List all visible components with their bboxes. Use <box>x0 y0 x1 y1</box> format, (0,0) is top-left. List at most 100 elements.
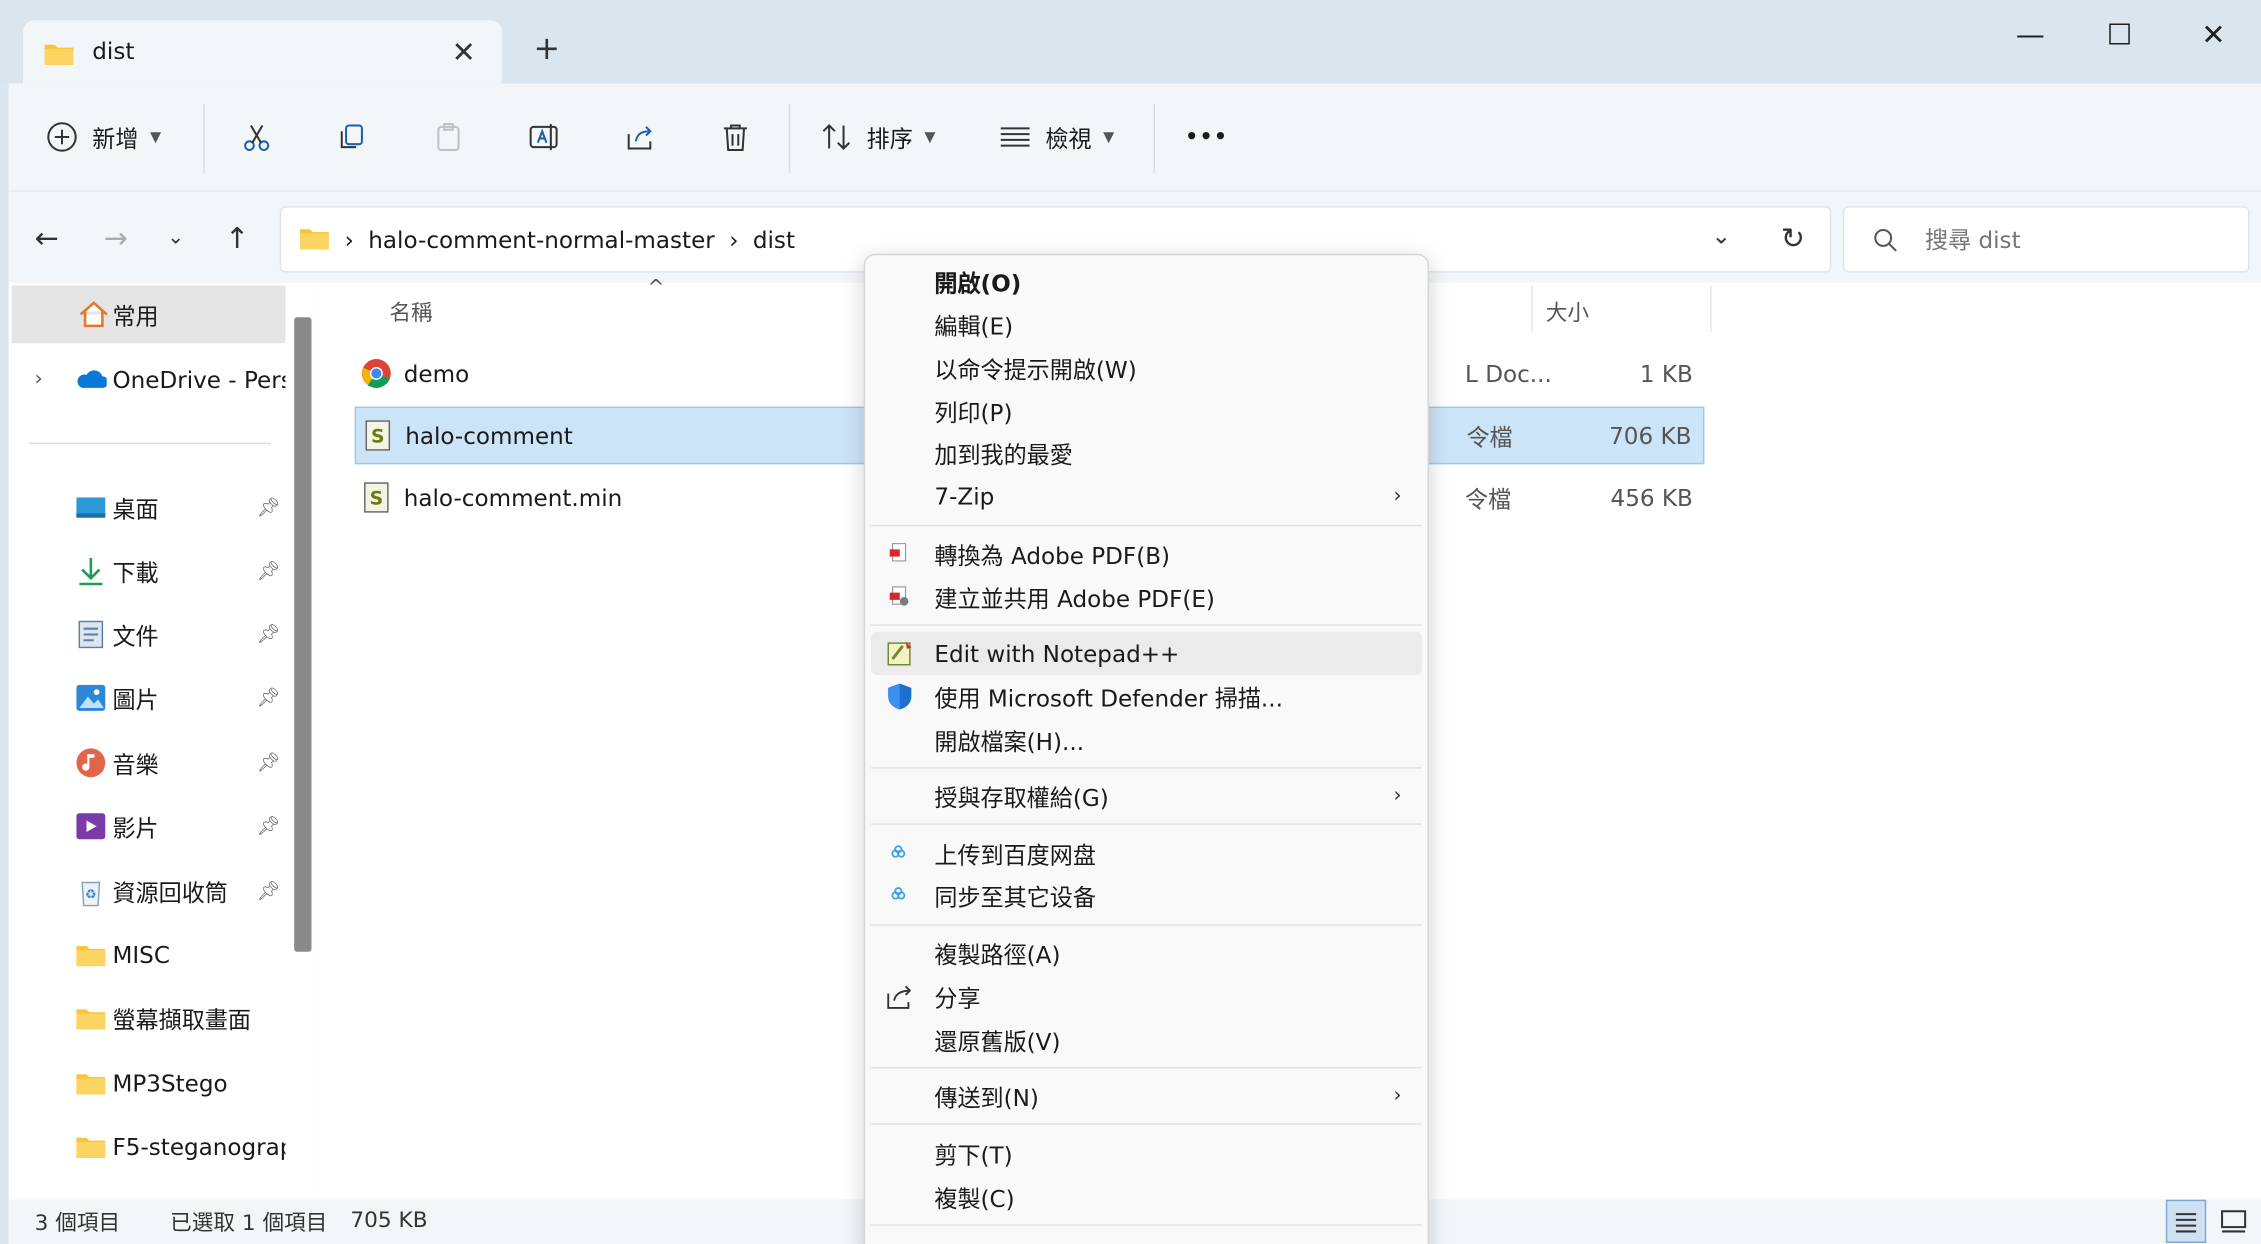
menu-item-upload-baidu[interactable]: 上传到百度网盘 <box>871 832 1422 875</box>
menu-item-share[interactable]: 分享 <box>871 975 1422 1018</box>
search-input[interactable] <box>1925 222 2228 257</box>
sidebar-item-f5-steganography[interactable]: F5-steganograp <box>9 1118 286 1176</box>
menu-separator <box>870 924 1422 926</box>
menu-item-copy[interactable]: 複製(C) <box>871 1175 1422 1218</box>
column-header-name[interactable]: 名稱 <box>389 297 432 327</box>
sort-button[interactable]: 排序 ▼ <box>820 118 935 155</box>
menu-item-create-share-adobe-pdf[interactable]: 建立並共用 Adobe PDF(E) <box>871 575 1422 618</box>
tab-dist[interactable]: dist ✕ <box>23 20 502 84</box>
sidebar-item-pictures[interactable]: 圖片 📌︎ <box>9 669 286 727</box>
video-icon <box>76 813 106 840</box>
new-tab-button[interactable]: + <box>534 32 561 68</box>
paste-button[interactable] <box>433 118 465 155</box>
pin-icon[interactable]: 📌︎ <box>257 497 281 519</box>
view-button[interactable]: 檢視 ▼ <box>999 118 1114 155</box>
sidebar-item-downloads[interactable]: 下載 📌︎ <box>9 542 286 600</box>
menu-item-label: 轉換為 Adobe PDF(B) <box>934 542 1171 570</box>
refresh-icon[interactable]: ↻ <box>1781 221 1805 256</box>
menu-item-open-file[interactable]: 開啟檔案(H)... <box>871 718 1422 761</box>
menu-item-sync-devices[interactable]: 同步至其它设备 <box>871 874 1422 917</box>
menu-item-edit[interactable]: 編輯(E) <box>871 303 1422 346</box>
pin-icon[interactable]: 📌︎ <box>257 624 281 646</box>
copy-button[interactable] <box>336 118 368 155</box>
menu-item-edit-with-notepad-plus-plus[interactable]: Edit with Notepad++ <box>870 631 1422 675</box>
close-window-button[interactable]: ✕ <box>2196 17 2231 52</box>
maximize-button[interactable]: ☐ <box>2102 17 2137 52</box>
folder-icon <box>76 1074 106 1095</box>
pin-icon[interactable]: 📌︎ <box>257 560 281 582</box>
svg-text:♻: ♻ <box>85 887 97 902</box>
menu-item-defender-scan[interactable]: 使用 Microsoft Defender 掃描... <box>871 675 1422 718</box>
submenu-arrow-icon: › <box>1393 1084 1402 1108</box>
sidebar-item-videos[interactable]: 影片 📌︎ <box>9 797 286 855</box>
menu-item-7zip[interactable]: 7-Zip › <box>871 474 1422 517</box>
delete-button[interactable] <box>720 118 752 155</box>
expand-chevron-icon[interactable]: › <box>35 368 43 391</box>
back-arrow-icon[interactable]: ← <box>35 221 59 256</box>
breadcrumb-item[interactable]: dist <box>753 226 795 253</box>
menu-item-give-access[interactable]: 授與存取權給(G) › <box>871 774 1422 817</box>
baidu-cloud-icon <box>891 845 906 858</box>
pin-icon[interactable]: 📌︎ <box>257 880 281 902</box>
home-icon <box>79 301 108 328</box>
menu-item-restore-previous[interactable]: 還原舊版(V) <box>871 1018 1422 1061</box>
desktop-icon <box>76 497 106 518</box>
navigation-pane: 常用 › OneDrive - Pers 桌面 📌︎ 下載 📌︎ 文件 📌︎ 圖… <box>8 282 318 1200</box>
sidebar-item-onedrive[interactable]: › OneDrive - Pers <box>9 350 286 408</box>
pin-icon[interactable]: 📌︎ <box>257 687 281 709</box>
svg-text:S: S <box>371 427 385 448</box>
share-button[interactable] <box>624 118 656 155</box>
sidebar-item-misc[interactable]: MISC <box>9 926 286 984</box>
menu-item-copy-path[interactable]: 複製路徑(A) <box>871 932 1422 975</box>
recent-locations-chevron-icon[interactable]: ⌄ <box>167 226 184 249</box>
column-divider <box>1531 285 1533 332</box>
up-arrow-icon[interactable]: ↑ <box>225 221 249 256</box>
search-box[interactable] <box>1842 206 2250 273</box>
sidebar-item-screenshots[interactable]: 螢幕擷取畫面 <box>9 989 286 1047</box>
menu-item-open-with-cmd[interactable]: 以命令提示開啟(W) <box>871 346 1422 389</box>
menu-item-send-to[interactable]: 傳送到(N) › <box>871 1074 1422 1117</box>
sidebar-scrollbar[interactable] <box>294 317 312 952</box>
sidebar-item-label: MP3Stego <box>112 1069 228 1097</box>
menu-item-cut[interactable]: 剪下(T) <box>871 1132 1422 1175</box>
file-type: L Doc... <box>1465 359 1552 388</box>
sidebar-item-music[interactable]: 音樂 📌︎ <box>9 734 286 792</box>
sidebar-item-recycle-bin[interactable]: ♻ 資源回收筒 📌︎ <box>9 862 286 920</box>
adobe-pdf-icon <box>889 543 907 562</box>
cut-button[interactable] <box>241 118 273 155</box>
file-size: 456 KB <box>1610 483 1693 512</box>
menu-separator <box>870 823 1422 825</box>
menu-item-label: 加到我的最愛 <box>934 441 1073 469</box>
breadcrumb-item[interactable]: halo-comment-normal-master <box>368 226 714 253</box>
pin-icon[interactable]: 📌︎ <box>257 815 281 837</box>
sort-icon <box>822 124 851 150</box>
share-icon <box>627 126 652 150</box>
menu-item-print[interactable]: 列印(P) <box>871 389 1422 432</box>
tiles-view-button[interactable] <box>2215 1200 2255 1243</box>
pin-icon[interactable]: 📌︎ <box>257 752 281 774</box>
details-view-button[interactable] <box>2165 1199 2207 1243</box>
more-options-button[interactable]: ••• <box>1185 118 1228 155</box>
address-dropdown-chevron-icon[interactable]: ⌄ <box>1712 222 1731 249</box>
forward-arrow-icon[interactable]: → <box>104 221 128 256</box>
menu-item-open[interactable]: 開啟(O) <box>871 260 1422 303</box>
menu-item-convert-adobe-pdf[interactable]: 轉換為 Adobe PDF(B) <box>871 532 1422 575</box>
folder-icon <box>43 37 75 69</box>
sidebar-item-desktop[interactable]: 桌面 📌︎ <box>9 479 286 537</box>
sidebar-item-label: 下載 <box>112 559 159 587</box>
menu-item-add-to-favorites[interactable]: 加到我的最愛 <box>871 431 1422 474</box>
sidebar-item-mp3stego[interactable]: MP3Stego <box>9 1054 286 1112</box>
rename-button[interactable] <box>528 118 560 155</box>
sidebar-item-home[interactable]: 常用 <box>11 285 286 344</box>
sidebar-item-label: MISC <box>112 940 170 969</box>
onedrive-cloud-icon <box>77 370 107 388</box>
submenu-arrow-icon: › <box>1393 784 1402 808</box>
new-button[interactable]: 新增 ▼ <box>46 118 161 155</box>
column-header-size[interactable]: 大小 <box>1546 297 1589 327</box>
sidebar-item-documents[interactable]: 文件 📌︎ <box>9 606 286 664</box>
menu-item-label: 開啟(O) <box>934 269 1022 298</box>
sort-ascending-icon: ^ <box>647 276 665 300</box>
file-size: 1 KB <box>1639 359 1693 388</box>
minimize-button[interactable]: — <box>2013 17 2048 52</box>
close-tab-icon[interactable]: ✕ <box>452 35 476 70</box>
